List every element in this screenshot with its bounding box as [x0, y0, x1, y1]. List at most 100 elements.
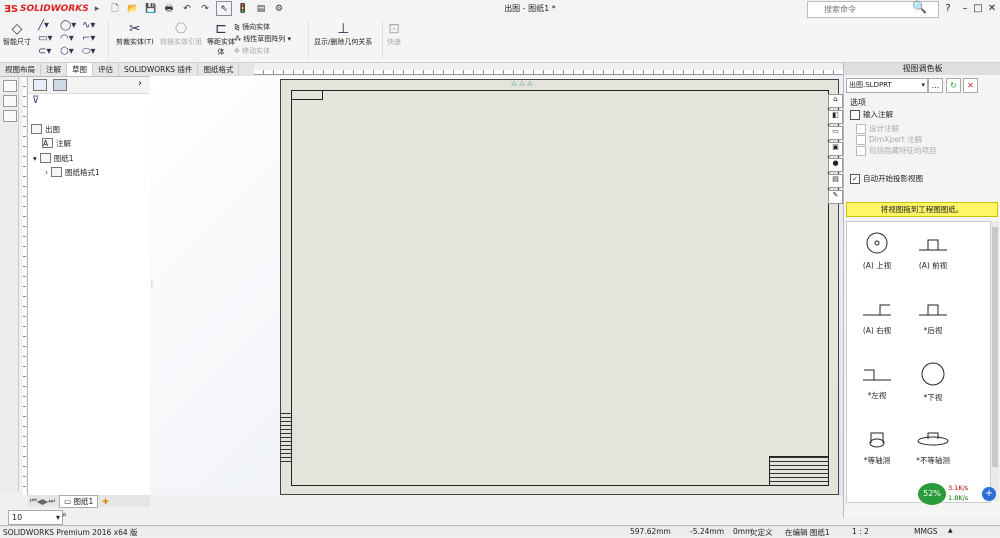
sheet-format-icon [51, 167, 62, 177]
tab-evaluate[interactable]: 评估 [93, 63, 119, 76]
redo-icon[interactable]: ↷ [198, 2, 212, 15]
view-item-back[interactable]: *后视 [903, 297, 963, 336]
zoom-tool-icon[interactable]: ⌕ [62, 510, 67, 520]
close-button[interactable]: ✕ [984, 1, 1000, 16]
palette-scrollbar[interactable] [991, 221, 999, 501]
ellipse-icon[interactable]: ⬭▾ [82, 46, 102, 57]
file-explorer-icon[interactable]: ▭ [828, 126, 843, 140]
dimxpert-checkbox[interactable]: DimXpert 注解 [856, 134, 922, 145]
view-palette-icon[interactable]: ▣ [828, 142, 843, 156]
rapid-sketch-button[interactable]: ⊡ 快速 [387, 21, 401, 47]
feature-manager-tree: › ⊽ 出图 A 注解 ▾ 图纸1 › 图纸格式1 [28, 77, 150, 495]
tree-item-root[interactable]: 出图 [31, 123, 60, 135]
cursor-x: 597.62mm [630, 527, 671, 536]
clear-icon[interactable]: ✕ [963, 78, 978, 93]
tab-addins[interactable]: SOLIDWORKS 插件 [119, 63, 199, 76]
tab-view-layout[interactable]: 视图布局 [0, 63, 41, 76]
trim-entities-button[interactable]: ✂ 剪裁实体(T) [116, 21, 154, 47]
property-manager-icon[interactable] [53, 79, 67, 91]
add-sheet-icon[interactable]: ✚ [102, 497, 108, 506]
file-properties-icon[interactable]: ▤ [254, 2, 268, 15]
tree-item-sheet[interactable]: ▾ 图纸1 [33, 152, 74, 164]
view-item-right[interactable]: (A) 右视 [847, 297, 907, 336]
tab-sheet-format[interactable]: 图纸格式 [198, 63, 240, 76]
polygon-icon[interactable]: ⬡▾ [60, 46, 80, 57]
auto-projection-checkbox[interactable]: ✓ 自动开始投影视图 [850, 173, 923, 184]
display-relations-button[interactable]: ⊥ 显示/删除几何关系 [314, 21, 372, 47]
view-item-front[interactable]: (A) 前视 [903, 232, 963, 271]
tab-annotation[interactable]: 注解 [41, 63, 67, 76]
command-tabs: 视图布局 注解 草图 评估 SOLIDWORKS 插件 图纸格式 [0, 63, 254, 77]
sketch-edit-icon[interactable] [3, 80, 17, 92]
slot-icon[interactable]: ⊂▾ [38, 46, 58, 57]
hidden-features-checkbox[interactable]: 包括隐藏特征的项目 [856, 145, 937, 156]
help-button[interactable]: ? [940, 1, 956, 16]
design-annotations-checkbox[interactable]: 设计注解 [856, 123, 899, 134]
app-logo[interactable]: ƎS SOLIDWORKS ▸ [4, 2, 99, 16]
feature-manager-icon[interactable] [33, 79, 47, 91]
view-item-dimetric[interactable]: *不等轴测 [903, 427, 963, 466]
palette-source-select[interactable]: 出图.SLDPRT ▾ [846, 78, 928, 93]
view-label: *不等轴测 [916, 456, 950, 465]
open-icon[interactable]: 📂 [126, 2, 140, 15]
save-icon[interactable]: 💾 [144, 2, 158, 15]
line-icon[interactable]: ╱▾ [38, 20, 58, 31]
expand-arrow-icon[interactable]: › [45, 168, 48, 177]
tree-item-sheet-format[interactable]: › 图纸格式1 [45, 166, 100, 178]
mirror-label: 镜向实体 [242, 23, 271, 31]
import-annotations-checkbox[interactable]: 输入注解 [850, 109, 893, 120]
browse-button[interactable]: ... [928, 78, 943, 93]
search-icon[interactable]: 🔍 [912, 0, 927, 14]
tab-sketch[interactable]: 草图 [67, 63, 93, 76]
undo-icon[interactable]: ↶ [180, 2, 194, 15]
scrollbar-thumb[interactable] [992, 227, 998, 467]
options-label: 选项 [850, 98, 866, 107]
tree-item-annotations[interactable]: A 注解 [42, 137, 71, 149]
panel-splitter-handle[interactable]: ⋮ [148, 280, 156, 289]
drawing-icon [31, 124, 42, 134]
select-icon[interactable]: ⇖ [216, 1, 232, 16]
rebuild-icon[interactable]: 🚦 [236, 2, 250, 15]
first-sheet-icon[interactable]: ⏮ [30, 496, 37, 506]
custom-properties-icon[interactable]: ▤ [828, 174, 843, 188]
view-item-bottom[interactable]: *下视 [903, 362, 963, 403]
sheet-scale[interactable]: 1 : 2 [852, 527, 869, 536]
forum-icon[interactable]: ✎ [828, 190, 843, 204]
view-item-top[interactable]: (A) 上视 [847, 232, 907, 271]
refresh-icon[interactable]: ↻ [946, 78, 961, 93]
view-item-isometric[interactable]: *等轴测 [847, 427, 907, 466]
new-document-icon[interactable]: 🗋 [108, 2, 122, 15]
home-icon[interactable]: ⌂ [828, 94, 843, 108]
property-icon[interactable] [3, 95, 17, 107]
units-system[interactable]: MMGS [914, 527, 938, 536]
linear-pattern-button[interactable]: ⁂ 线性草图阵列 ▾ [234, 33, 291, 45]
zoom-select[interactable]: 10 ▾ [8, 510, 63, 525]
smart-dimension-button[interactable]: ◇ 智能尺寸 [3, 21, 31, 47]
drawing-sheet[interactable]: ⁂ ⁂ ⁂ [280, 79, 839, 495]
speed-percent: 52% [918, 483, 946, 505]
options-gear-icon[interactable]: ⚙ [272, 2, 286, 15]
design-library-icon[interactable]: ◧ [828, 110, 843, 124]
rectangle-icon[interactable]: ▭▾ [38, 33, 58, 44]
add-icon[interactable]: + [982, 487, 996, 501]
expand-arrow-icon[interactable]: › [138, 78, 142, 89]
collapse-arrow-icon[interactable]: ▾ [33, 154, 37, 163]
config-icon[interactable] [3, 110, 17, 122]
offset-entities-button[interactable]: ⊏ 等距实体 体 [207, 21, 235, 57]
menu-arrow-icon[interactable]: ▸ [95, 4, 100, 14]
units-menu-icon[interactable]: ▲ [948, 527, 953, 534]
circle-icon[interactable]: ◯▾ [60, 20, 80, 31]
fillet-icon[interactable]: ⌐▾ [82, 33, 102, 44]
zoom-value: 10 [12, 513, 23, 522]
last-sheet-icon[interactable]: ⏭ [48, 496, 55, 506]
appearances-icon[interactable]: ● [828, 158, 843, 172]
convert-entities-button[interactable]: ⎔ 转换实体引用 [160, 21, 202, 47]
filter-icon[interactable]: ⊽ [32, 95, 39, 106]
move-entities-button[interactable]: ✥ 移动实体 [234, 45, 291, 57]
print-icon[interactable]: 🖶 [162, 2, 176, 15]
view-item-left[interactable]: *左视 [847, 362, 907, 401]
arc-icon[interactable]: ◠▾ [60, 33, 80, 44]
sheet-tab[interactable]: ▭ 图纸1 [59, 494, 99, 508]
spline-icon[interactable]: ∿▾ [82, 20, 102, 31]
mirror-entities-button[interactable]: ⧎ 镜向实体 [234, 21, 291, 33]
